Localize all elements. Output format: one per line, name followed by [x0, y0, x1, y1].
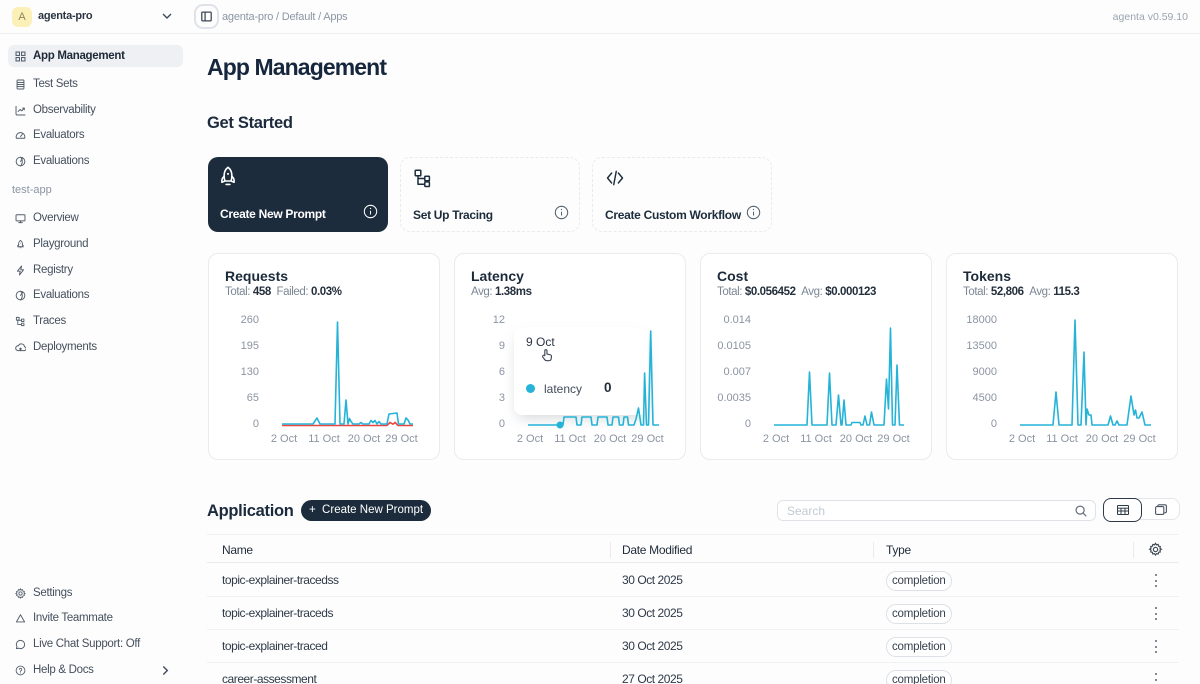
svg-text:4500: 4500: [973, 392, 997, 404]
svg-text:11 Oct: 11 Oct: [554, 433, 586, 445]
svg-text:0: 0: [499, 418, 505, 430]
svg-text:3: 3: [499, 392, 505, 404]
svg-text:0.007: 0.007: [723, 366, 751, 378]
svg-text:12: 12: [493, 314, 505, 326]
svg-text:195: 195: [241, 340, 259, 352]
svg-text:20 Oct: 20 Oct: [348, 433, 380, 445]
svg-text:260: 260: [241, 314, 259, 326]
svg-text:0.0035: 0.0035: [717, 392, 751, 404]
svg-text:2 Oct: 2 Oct: [271, 433, 297, 445]
svg-text:11 Oct: 11 Oct: [308, 433, 340, 445]
svg-text:20 Oct: 20 Oct: [1086, 433, 1118, 445]
svg-text:0: 0: [991, 418, 997, 430]
svg-text:0: 0: [253, 418, 259, 430]
svg-text:29 Oct: 29 Oct: [877, 433, 909, 445]
svg-text:130: 130: [241, 366, 259, 378]
svg-text:11 Oct: 11 Oct: [800, 433, 832, 445]
svg-text:9000: 9000: [973, 366, 997, 378]
svg-text:29 Oct: 29 Oct: [1123, 433, 1155, 445]
svg-text:9: 9: [499, 340, 505, 352]
svg-text:2 Oct: 2 Oct: [763, 433, 789, 445]
svg-text:29 Oct: 29 Oct: [385, 433, 417, 445]
svg-text:2 Oct: 2 Oct: [1009, 433, 1035, 445]
svg-text:2 Oct: 2 Oct: [517, 433, 543, 445]
svg-text:0.0105: 0.0105: [717, 340, 751, 352]
svg-text:6: 6: [499, 366, 505, 378]
svg-text:13500: 13500: [966, 340, 997, 352]
svg-text:0: 0: [745, 418, 751, 430]
svg-text:20 Oct: 20 Oct: [594, 433, 626, 445]
svg-text:11 Oct: 11 Oct: [1046, 433, 1078, 445]
svg-text:20 Oct: 20 Oct: [840, 433, 872, 445]
svg-text:18000: 18000: [966, 314, 997, 326]
svg-text:29 Oct: 29 Oct: [631, 433, 663, 445]
svg-text:0.014: 0.014: [723, 314, 751, 326]
svg-text:65: 65: [247, 392, 259, 404]
